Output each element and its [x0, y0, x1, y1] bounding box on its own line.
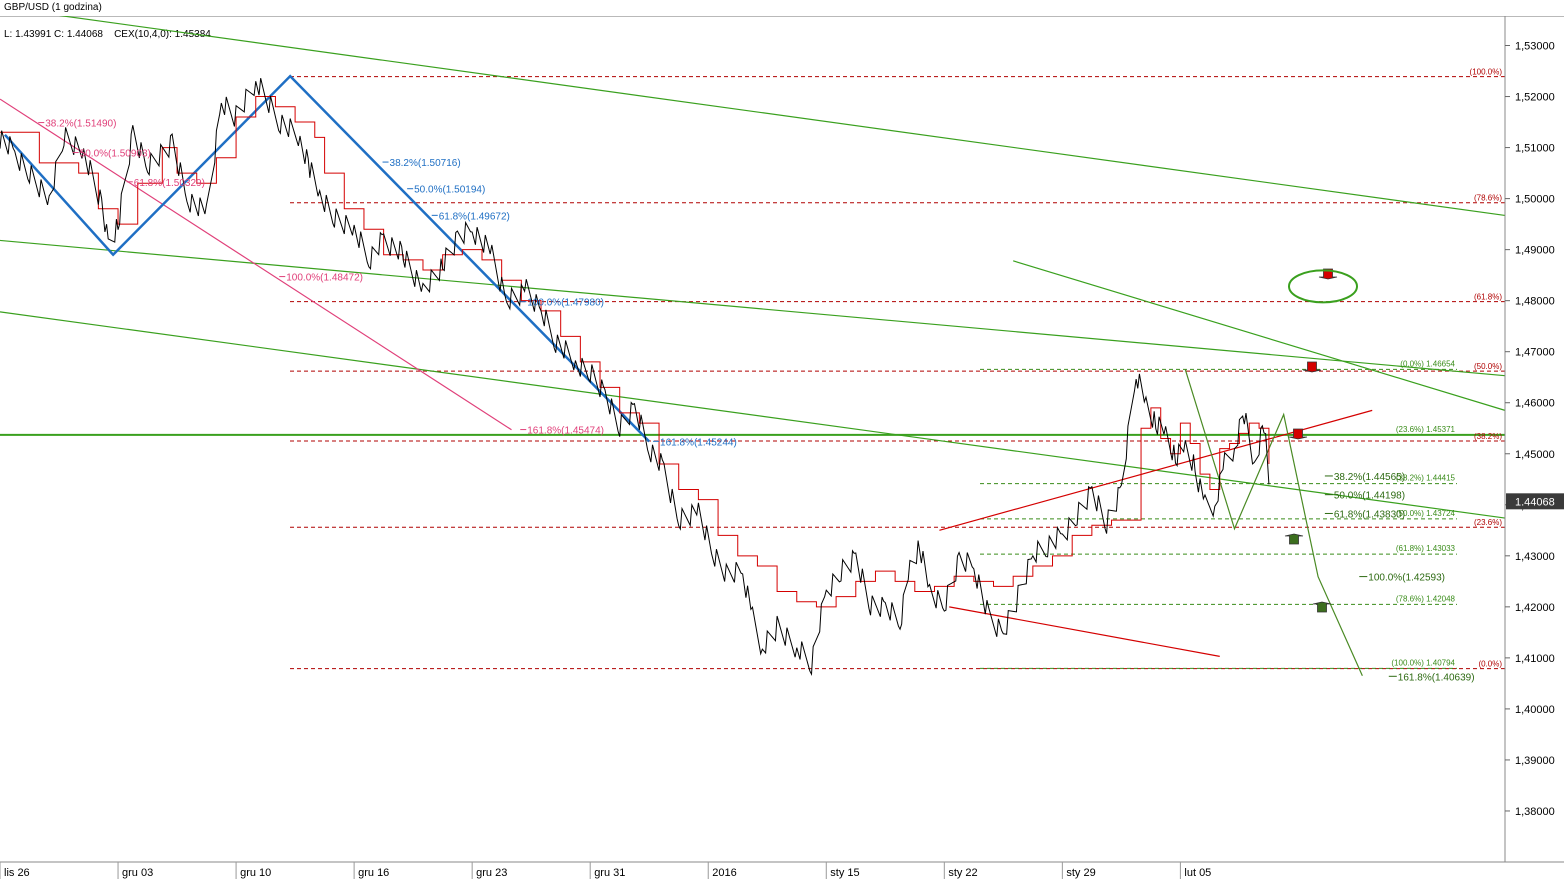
- fib-blue-label: 161.8%(1.45244): [660, 437, 737, 448]
- arrow-up-icon: [1284, 533, 1304, 545]
- arrow-down-icon: [1302, 361, 1322, 373]
- chart-title: GBP/USD (1 godzina): [4, 2, 102, 13]
- fib-levels-layer: [290, 76, 1505, 670]
- red-trendline-down: [949, 606, 1220, 657]
- y-tick-label: 1,50000: [1515, 194, 1555, 206]
- fib-pink-label: 38.2%(1.51490): [45, 119, 116, 130]
- y-tick-label: 1,47000: [1515, 347, 1555, 359]
- fib-pink-label: 61.8%(1.50329): [134, 178, 205, 189]
- y-tick-label: 1,53000: [1515, 41, 1555, 53]
- x-tick-label: gru 23: [476, 867, 507, 879]
- fib-level-green-label: (78.6%) 1.42048: [1396, 594, 1456, 603]
- fib-labels-layer: (100.0%) (78.6%) (61.8%) (50.0%) (38.2%) (23.…: [38, 68, 1503, 683]
- fib-blue-zigzag: [3, 74, 651, 443]
- price-marker-label: 1.44068: [1515, 496, 1555, 508]
- x-tick-label: sty 22: [948, 867, 977, 879]
- fib-right-label: 50.0%(1.44198): [1334, 491, 1405, 502]
- fib-blue-label: 50.0%(1.50194): [414, 185, 485, 196]
- fib-level-red-label: (100.0%): [1470, 68, 1503, 77]
- x-tick-label: gru 16: [358, 867, 389, 879]
- fib-level-green-label: (61.8%) 1.43033: [1396, 544, 1456, 553]
- trendline: [1012, 260, 1506, 411]
- y-tick-label: 1,49000: [1515, 245, 1555, 257]
- y-tick-label: 1,38000: [1515, 806, 1555, 818]
- fib-level-green-label: (23.6%) 1.45371: [1396, 425, 1456, 434]
- trendline: [0, 239, 1506, 377]
- fib-level-red-label: (0.0%): [1478, 660, 1502, 669]
- arrow-up-icon: [1312, 601, 1332, 613]
- y-tick-label: 1,51000: [1515, 143, 1555, 155]
- y-tick-label: 1,45000: [1515, 449, 1555, 461]
- fib-pink-line: [0, 98, 512, 431]
- fib-blue-label: 100.0%(1.47980): [527, 298, 604, 309]
- y-tick-label: 1,43000: [1515, 551, 1555, 563]
- x-tick-label: sty 15: [830, 867, 859, 879]
- y-tick-label: 1,42000: [1515, 602, 1555, 614]
- price-line: [0, 78, 1270, 677]
- fib-right-label: 61.8%(1.43830): [1334, 509, 1405, 520]
- fib-level-red-label: (61.8%): [1474, 293, 1502, 302]
- fib-pink-label: 50.0%(1.50903): [80, 149, 151, 160]
- fib-level-green-label: (100.0%) 1.40794: [1391, 658, 1455, 667]
- fib-level-red-label: (50.0%): [1474, 362, 1502, 371]
- x-tick-label: lis 26: [4, 867, 30, 879]
- fib-right-label: 100.0%(1.42593): [1368, 573, 1445, 584]
- fib-blue-label: 38.2%(1.50716): [390, 158, 461, 169]
- indicator-line: [0, 96, 1270, 608]
- axes-layer: 1,53000 1,52000 1,51000 1,50000 1,49000 1,480…: [0, 16, 1564, 879]
- x-tick-label: gru 31: [594, 867, 625, 879]
- x-tick-label: 2016: [712, 867, 736, 879]
- green-projection-path: [1184, 369, 1363, 676]
- trendline: [0, 311, 1506, 519]
- y-tick-label: 1,39000: [1515, 755, 1555, 767]
- fib-level-red-label: (23.6%): [1474, 518, 1502, 527]
- x-tick-label: gru 10: [240, 867, 271, 879]
- title-bar: GBP/USD (1 godzina): [0, 0, 1564, 17]
- fib-pink-label: 161.8%(1.45474): [527, 426, 604, 437]
- target-ellipse: [1288, 269, 1358, 304]
- y-tick-label: 1,41000: [1515, 653, 1555, 665]
- y-tick-label: 1,52000: [1515, 92, 1555, 104]
- fib-pink-label: 100.0%(1.48472): [286, 273, 363, 284]
- y-tick-label: 1,46000: [1515, 398, 1555, 410]
- fib-right-label: 38.2%(1.44565): [1334, 472, 1405, 483]
- trendline: [58, 16, 1506, 217]
- fib-level-red-label: (38.2%): [1474, 432, 1502, 441]
- x-tick-label: sty 29: [1066, 867, 1095, 879]
- x-tick-label: lut 05: [1184, 867, 1211, 879]
- x-tick-label: gru 03: [122, 867, 153, 879]
- fib-level-red-label: (78.6%): [1474, 194, 1502, 203]
- fib-right-label: 161.8%(1.40639): [1398, 672, 1475, 683]
- price-chart[interactable]: (100.0%) (78.6%) (61.8%) (50.0%) (38.2%) (23.…: [0, 16, 1564, 879]
- y-tick-label: 1,40000: [1515, 704, 1555, 716]
- fib-blue-label: 61.8%(1.49672): [439, 211, 510, 222]
- trendlines-layer: [0, 16, 1506, 676]
- y-tick-label: 1,48000: [1515, 296, 1555, 308]
- fib-level-green-label: (0.0%) 1.46654: [1400, 359, 1455, 368]
- series-layer: [0, 78, 1270, 677]
